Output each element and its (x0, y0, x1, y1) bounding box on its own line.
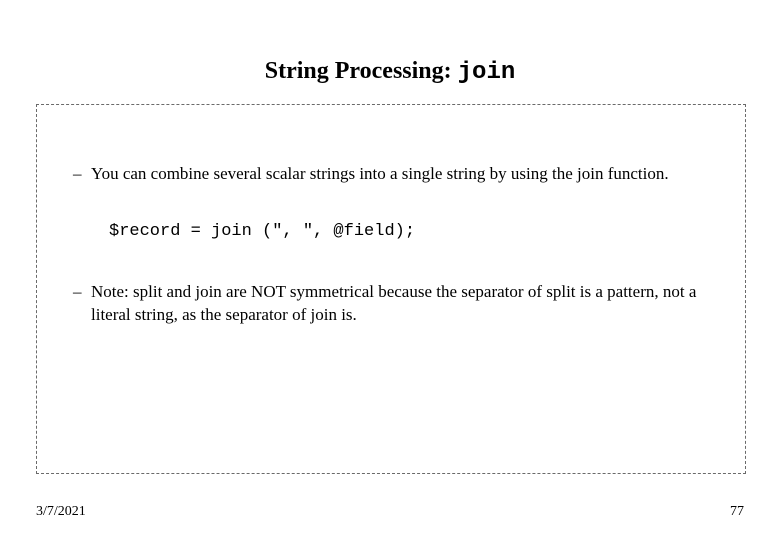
bullet-dash: – (71, 163, 91, 186)
bullet-text: You can combine several scalar strings i… (91, 163, 711, 186)
footer-date: 3/7/2021 (36, 504, 86, 520)
slide: String Processing: join – You can combin… (0, 0, 780, 540)
code-line: $record = join (", ", @field); (109, 222, 711, 241)
title-mono: join (458, 59, 516, 86)
footer-page: 77 (730, 504, 744, 520)
content-box: – You can combine several scalar strings… (36, 104, 746, 474)
bullet-item: – You can combine several scalar strings… (71, 163, 711, 186)
slide-title: String Processing: join (0, 0, 780, 86)
bullet-dash: – (71, 281, 91, 327)
bullet-text: Note: split and join are NOT symmetrical… (91, 281, 711, 327)
title-prefix: String Processing: (265, 58, 458, 84)
bullet-item: – Note: split and join are NOT symmetric… (71, 281, 711, 327)
footer: 3/7/2021 77 (0, 504, 780, 520)
